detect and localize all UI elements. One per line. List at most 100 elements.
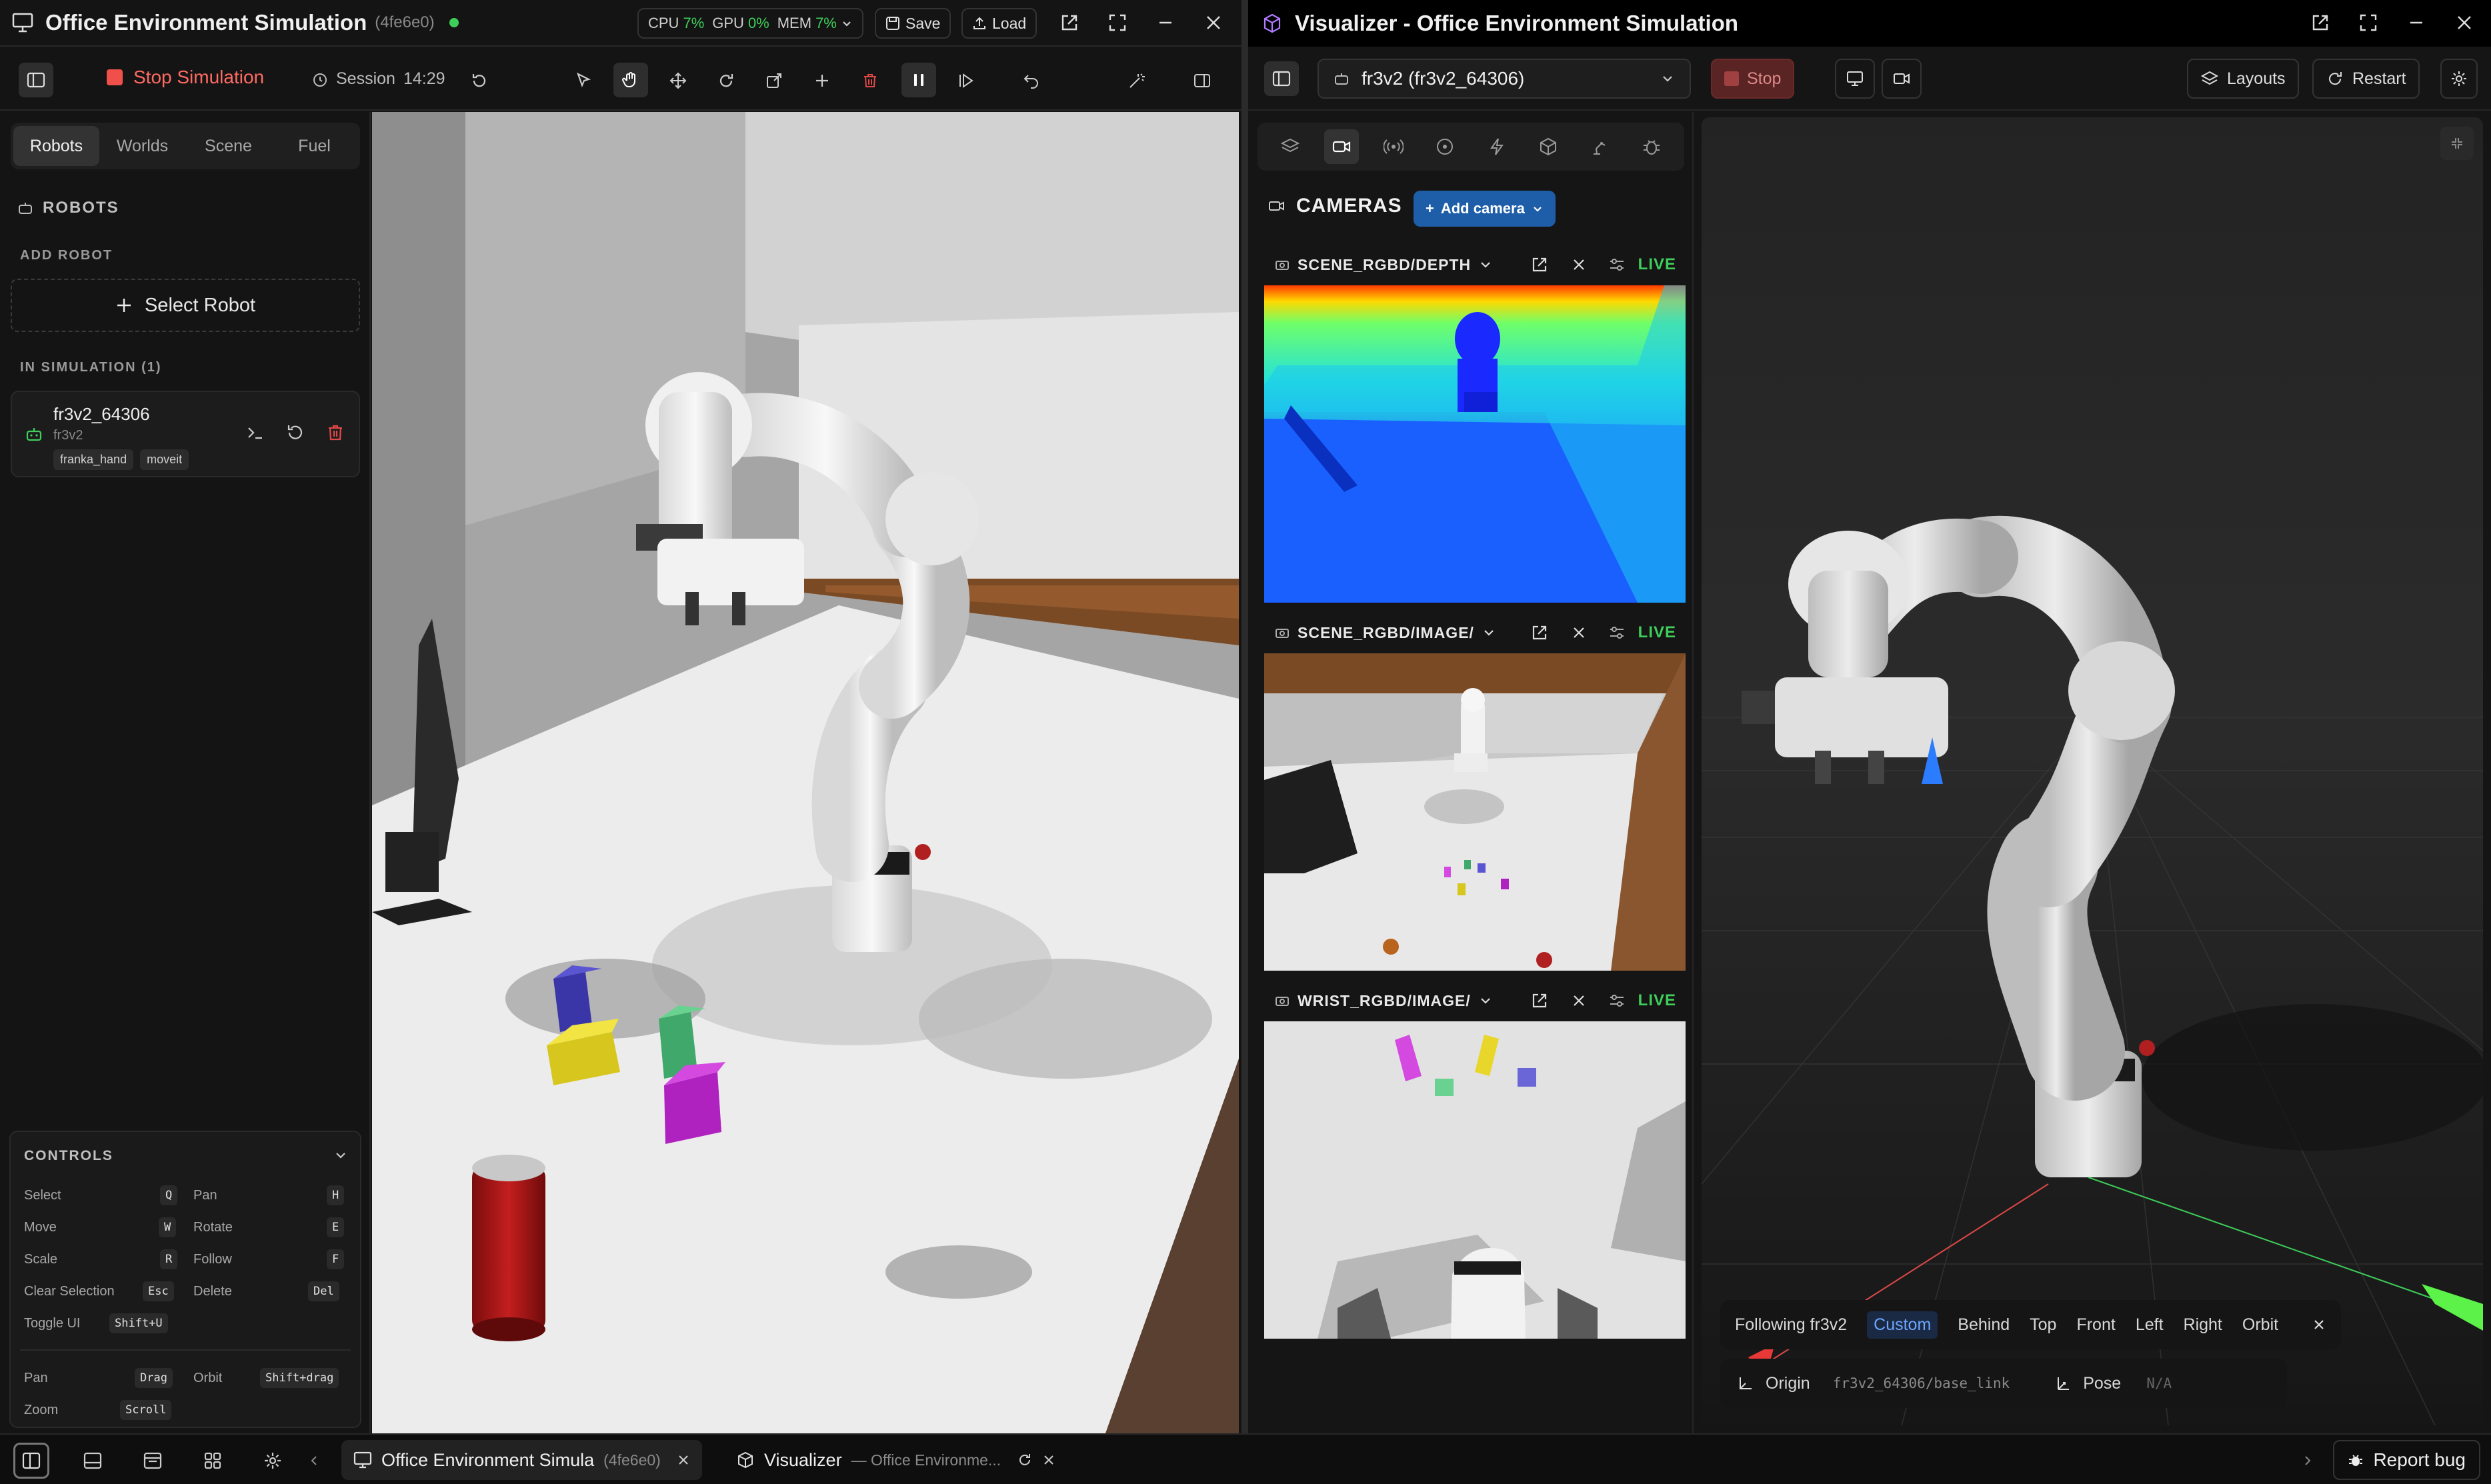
sidebar-toggle-icon[interactable]: [1264, 61, 1299, 96]
close-icon[interactable]: [1200, 9, 1227, 36]
visualizer-viewport[interactable]: Following fr3v2 Custom Behind Top Front …: [1702, 117, 2483, 1425]
open-external-icon[interactable]: [1531, 256, 1548, 273]
target-icon[interactable]: [1428, 129, 1462, 164]
select-robot-button[interactable]: Select Robot: [11, 279, 360, 332]
right-panel-toggle-icon[interactable]: [1189, 68, 1215, 93]
view-mode-custom[interactable]: Custom: [1867, 1311, 1938, 1339]
layers-icon[interactable]: [1273, 129, 1308, 164]
minimize-view-icon[interactable]: [2440, 127, 2474, 160]
robot-card[interactable]: fr3v2_64306 fr3v2 franka_hand moveit: [11, 391, 360, 477]
task-visualizer[interactable]: Visualizer — Office Environme...: [724, 1440, 1067, 1480]
undo-icon[interactable]: [1019, 68, 1044, 93]
magic-wand-icon[interactable]: [1124, 68, 1149, 93]
close-icon[interactable]: [1571, 993, 1587, 1009]
tab-fuel[interactable]: Fuel: [271, 126, 357, 166]
reset-icon[interactable]: [285, 423, 305, 443]
chevron-left-icon[interactable]: [304, 1443, 324, 1479]
robot-tag: moveit: [140, 449, 189, 470]
scale-tool-icon[interactable]: [761, 68, 787, 93]
open-external-icon[interactable]: [1531, 624, 1548, 641]
lightning-icon[interactable]: [1480, 129, 1514, 164]
resource-stats-dropdown[interactable]: CPU 7% GPU 0% MEM 7%: [637, 8, 863, 39]
sliders-icon[interactable]: [1608, 256, 1626, 273]
broadcast-icon[interactable]: [1376, 129, 1411, 164]
terminal-icon[interactable]: [245, 423, 265, 443]
screen-share-button[interactable]: [1835, 59, 1875, 99]
chevron-down-icon[interactable]: [333, 1148, 348, 1163]
sliders-icon[interactable]: [1608, 992, 1626, 1009]
open-external-icon[interactable]: [1531, 992, 1548, 1009]
layout-split-icon[interactable]: [13, 1443, 49, 1479]
restart-button[interactable]: Restart: [2312, 59, 2420, 99]
load-button[interactable]: Load: [961, 8, 1037, 39]
pose-label[interactable]: Pose: [2083, 1374, 2121, 1393]
robot-select-dropdown[interactable]: fr3v2 (fr3v2_64306): [1318, 59, 1691, 99]
view-mode-right[interactable]: Right: [2184, 1315, 2222, 1335]
open-external-icon[interactable]: [1056, 9, 1083, 36]
add-icon[interactable]: [809, 68, 835, 93]
box-icon[interactable]: [1531, 129, 1566, 164]
close-icon[interactable]: [677, 1453, 690, 1467]
settings-button[interactable]: [2440, 59, 2478, 99]
reset-timer-icon[interactable]: [467, 68, 492, 93]
grid-icon[interactable]: [195, 1443, 231, 1479]
mem-value: 7%: [815, 15, 837, 31]
layouts-button[interactable]: Layouts: [2187, 59, 2299, 99]
robot-arm-icon[interactable]: [1583, 129, 1618, 164]
gear-icon[interactable]: [255, 1443, 291, 1479]
view-mode-behind[interactable]: Behind: [1958, 1315, 2010, 1335]
tab-worlds[interactable]: Worlds: [99, 126, 185, 166]
sliders-icon[interactable]: [1608, 624, 1626, 641]
bug-icon[interactable]: [1634, 129, 1669, 164]
view-mode-front[interactable]: Front: [2076, 1315, 2115, 1335]
minimize-icon[interactable]: [1152, 9, 1179, 36]
chevron-right-icon[interactable]: [2298, 1443, 2318, 1479]
view-mode-orbit[interactable]: Orbit: [2242, 1315, 2278, 1335]
record-video-button[interactable]: [1882, 59, 1922, 99]
save-icon: [885, 16, 900, 31]
pose-icon: [2055, 1375, 2071, 1391]
close-icon[interactable]: [2451, 9, 2478, 36]
layout-bottom-icon[interactable]: [75, 1443, 111, 1479]
task-simulation[interactable]: Office Environment Simula (4fe6e0): [341, 1440, 702, 1480]
minimize-icon[interactable]: [2403, 9, 2430, 36]
close-icon[interactable]: [1571, 625, 1587, 641]
chevron-down-icon[interactable]: [1482, 626, 1496, 639]
control-label: Clear Selection: [24, 1284, 115, 1299]
close-icon[interactable]: [1571, 257, 1587, 273]
close-icon[interactable]: [2312, 1317, 2326, 1332]
camera-icon[interactable]: [1324, 129, 1360, 164]
stop-button[interactable]: Stop: [1711, 59, 1795, 99]
delete-icon[interactable]: [857, 68, 883, 93]
open-external-icon[interactable]: [2307, 9, 2334, 36]
origin-label[interactable]: Origin: [1766, 1374, 1810, 1393]
tab-scene[interactable]: Scene: [185, 126, 271, 166]
fullscreen-icon[interactable]: [2355, 9, 2382, 36]
rotate-tool-icon[interactable]: [713, 68, 739, 93]
pause-icon[interactable]: [901, 63, 936, 97]
add-robot-label: ADD ROBOT: [20, 248, 113, 263]
chevron-down-icon[interactable]: [1479, 258, 1492, 271]
add-camera-button[interactable]: + Add camera: [1414, 191, 1556, 227]
save-button[interactable]: Save: [875, 8, 951, 39]
refresh-icon[interactable]: [1017, 1452, 1033, 1468]
simulation-viewport[interactable]: [372, 112, 1239, 1433]
select-tool-icon[interactable]: [571, 68, 596, 93]
tab-robots[interactable]: Robots: [13, 126, 99, 166]
pan-tool-icon[interactable]: [613, 63, 648, 97]
stop-simulation-button[interactable]: Stop Simulation: [107, 67, 264, 88]
key-hint: Shift+U: [109, 1313, 168, 1333]
close-icon[interactable]: [1042, 1453, 1055, 1467]
move-tool-icon[interactable]: [665, 68, 691, 93]
sidebar-toggle-icon[interactable]: [19, 63, 53, 97]
layout-panel-icon[interactable]: [135, 1443, 171, 1479]
view-mode-top[interactable]: Top: [2030, 1315, 2056, 1335]
camera-follow-bar: Following fr3v2 Custom Behind Top Front …: [1720, 1300, 2342, 1349]
chevron-down-icon[interactable]: [1479, 994, 1492, 1007]
fullscreen-icon[interactable]: [1104, 9, 1131, 36]
window-divider[interactable]: [1241, 0, 1248, 1433]
view-mode-left[interactable]: Left: [2136, 1315, 2164, 1335]
report-bug-button[interactable]: Report bug: [2333, 1440, 2480, 1480]
trash-icon[interactable]: [325, 423, 345, 443]
step-forward-icon[interactable]: [953, 68, 979, 93]
